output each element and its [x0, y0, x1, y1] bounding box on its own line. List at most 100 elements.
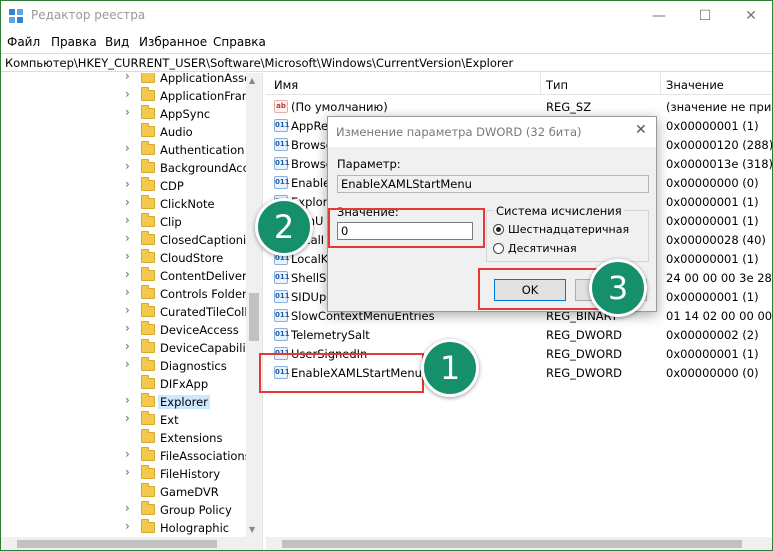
- list-hscroll-thumb[interactable]: [282, 540, 742, 548]
- chevron-right-icon[interactable]: ›: [125, 105, 130, 119]
- tree-item[interactable]: › Group Policy: [1, 501, 246, 519]
- chevron-right-icon[interactable]: ›: [125, 285, 130, 299]
- hex-radio[interactable]: Шестнадцатеричная: [493, 222, 648, 238]
- tree-item-label[interactable]: Diagnostics: [160, 359, 227, 373]
- tree-item[interactable]: › Controls Folder: [1, 285, 247, 303]
- tree-scroll-thumb[interactable]: [249, 293, 259, 341]
- table-row[interactable]: ab(По умолчанию) REG_SZ (значение не присв: [266, 97, 772, 116]
- tree-vertical-scrollbar[interactable]: ▲ ▼: [246, 73, 262, 538]
- tree-item[interactable]: › FileAssociations: [1, 447, 251, 465]
- chevron-right-icon[interactable]: ›: [125, 501, 130, 515]
- tree-item[interactable]: Extensions: [1, 429, 246, 447]
- tree-item-label[interactable]: Clip: [160, 215, 182, 229]
- tree-item[interactable]: › CDP: [1, 177, 246, 195]
- tree-item[interactable]: › CloudStore: [1, 249, 246, 267]
- radio-unselected-icon[interactable]: [493, 243, 504, 254]
- tree-item[interactable]: › ApplicationFram: [1, 87, 253, 105]
- menu-view[interactable]: Вид: [105, 35, 129, 49]
- chevron-right-icon[interactable]: ›: [125, 321, 130, 335]
- tree-item-label[interactable]: Audio: [160, 125, 193, 139]
- chevron-right-icon[interactable]: ›: [125, 195, 130, 209]
- tree-item[interactable]: › DeviceAccess: [1, 321, 246, 339]
- chevron-right-icon[interactable]: ›: [125, 159, 130, 173]
- minimize-button[interactable]: —: [636, 1, 682, 31]
- tree-item-label[interactable]: Explorer: [158, 395, 210, 409]
- tree-item-label[interactable]: Extensions: [160, 431, 222, 445]
- menu-help[interactable]: Справка: [213, 35, 266, 49]
- tree-item-label[interactable]: CDP: [160, 179, 184, 193]
- radio-selected-icon[interactable]: [493, 224, 504, 235]
- tree-item[interactable]: › ApplicationAsso: [1, 73, 251, 87]
- dialog-close-icon[interactable]: ✕: [635, 122, 647, 138]
- address-path[interactable]: Компьютер\HKEY_CURRENT_USER\Software\Mic…: [5, 56, 513, 70]
- chevron-right-icon[interactable]: ›: [125, 267, 130, 281]
- chevron-right-icon[interactable]: ›: [125, 141, 130, 155]
- menu-favorites[interactable]: Избранное: [139, 35, 207, 49]
- tree-item[interactable]: › ClickNote: [1, 195, 246, 213]
- chevron-right-icon[interactable]: ›: [125, 447, 130, 461]
- chevron-right-icon[interactable]: ›: [125, 303, 130, 317]
- tree-item[interactable]: › Clip: [1, 213, 246, 231]
- scroll-down-icon[interactable]: ▼: [249, 525, 255, 534]
- tree-item[interactable]: › Ext: [1, 411, 246, 429]
- tree-item-label[interactable]: BackgroundAcc: [160, 161, 249, 175]
- tree-item-label[interactable]: ClosedCaptionir: [160, 233, 251, 247]
- dec-radio[interactable]: Десятичная: [493, 241, 648, 257]
- chevron-right-icon[interactable]: ›: [125, 393, 130, 407]
- tree-item-label[interactable]: DeviceCapabiliti: [160, 341, 253, 355]
- tree-hscroll-thumb[interactable]: [17, 540, 217, 548]
- close-button[interactable]: ✕: [728, 1, 772, 31]
- tree-item-label[interactable]: ApplicationFram: [160, 89, 253, 103]
- column-header-value[interactable]: Значение: [666, 78, 724, 92]
- maximize-button[interactable]: ☐: [682, 1, 728, 31]
- chevron-right-icon[interactable]: ›: [125, 411, 130, 425]
- tree-item[interactable]: › DeviceCapabiliti: [1, 339, 253, 357]
- tree-item[interactable]: › Authentication: [1, 141, 246, 159]
- chevron-right-icon[interactable]: ›: [125, 357, 130, 371]
- tree-item-label[interactable]: DeviceAccess: [160, 323, 239, 337]
- tree-item-label[interactable]: Controls Folder: [160, 287, 247, 301]
- menu-file[interactable]: Файл: [7, 35, 40, 49]
- tree-item[interactable]: › CuratedTileColle: [1, 303, 255, 321]
- tree-item-label[interactable]: FileHistory: [160, 467, 220, 481]
- tree-item-label[interactable]: Ext: [160, 413, 179, 427]
- tree-item[interactable]: › ContentDelivery: [1, 267, 253, 285]
- tree-item-label[interactable]: DIFxApp: [160, 377, 208, 391]
- tree-item[interactable]: › FileHistory: [1, 465, 246, 483]
- tree-item-label[interactable]: ApplicationAsso: [160, 73, 251, 85]
- table-row[interactable]: 011 TelemetrySalt REG_DWORD 0x00000002 (2): [266, 325, 772, 344]
- tree-item[interactable]: Audio: [1, 123, 246, 141]
- tree-item[interactable]: › Diagnostics: [1, 357, 246, 375]
- tree-item-label[interactable]: Group Policy: [160, 503, 232, 517]
- chevron-right-icon[interactable]: ›: [125, 249, 130, 263]
- tree-item-label[interactable]: ClickNote: [160, 197, 215, 211]
- chevron-right-icon[interactable]: ›: [125, 465, 130, 479]
- chevron-right-icon[interactable]: ›: [125, 177, 130, 191]
- tree-item[interactable]: DIFxApp: [1, 375, 246, 393]
- chevron-right-icon[interactable]: ›: [125, 231, 130, 245]
- tree-item-label[interactable]: Authentication: [160, 143, 244, 157]
- column-header-name[interactable]: Имя: [274, 78, 298, 92]
- scroll-up-icon[interactable]: ▲: [249, 76, 255, 85]
- tree-item-label[interactable]: ContentDelivery: [160, 269, 253, 283]
- tree-item-label[interactable]: AppSync: [160, 107, 210, 121]
- tree-horizontal-scrollbar[interactable]: [1, 537, 262, 550]
- tree-item[interactable]: › ClosedCaptionir: [1, 231, 251, 249]
- tree-item[interactable]: › AppSync: [1, 105, 246, 123]
- tree-item-label[interactable]: GameDVR: [160, 485, 219, 499]
- column-header-type[interactable]: Тип: [546, 78, 568, 92]
- tree-item-label[interactable]: CloudStore: [160, 251, 223, 265]
- tree-item[interactable]: › Explorer: [1, 393, 246, 411]
- hex-radio-label[interactable]: Шестнадцатеричная: [508, 223, 629, 236]
- tree-item-label[interactable]: FileAssociations: [160, 449, 251, 463]
- menu-edit[interactable]: Правка: [51, 35, 97, 49]
- address-bar[interactable]: Компьютер\HKEY_CURRENT_USER\Software\Mic…: [1, 53, 772, 72]
- chevron-right-icon[interactable]: ›: [125, 213, 130, 227]
- chevron-right-icon[interactable]: ›: [125, 87, 130, 101]
- chevron-right-icon[interactable]: ›: [125, 519, 130, 533]
- dec-radio-label[interactable]: Десятичная: [508, 242, 577, 255]
- tree-item-label[interactable]: Holographic: [160, 521, 229, 535]
- chevron-right-icon[interactable]: ›: [125, 73, 130, 83]
- tree-item[interactable]: GameDVR: [1, 483, 246, 501]
- tree-item[interactable]: › Holographic: [1, 519, 246, 537]
